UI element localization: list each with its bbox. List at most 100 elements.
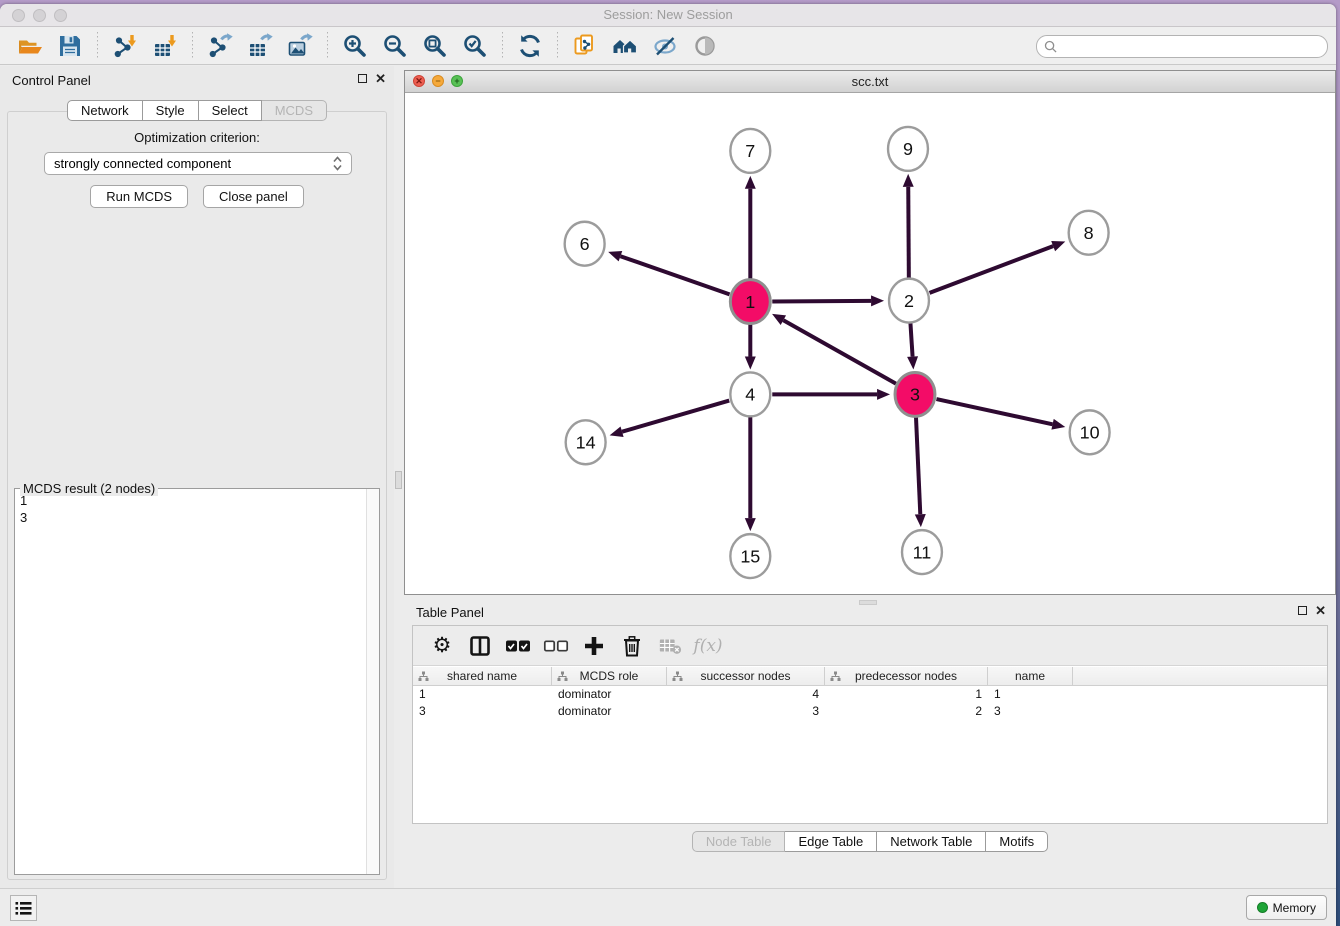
table-settings-icon[interactable]: ⚙ — [426, 631, 458, 661]
toolbar-separator — [327, 32, 328, 60]
split-panel-icon[interactable] — [464, 631, 496, 661]
deselect-all-rows-icon[interactable] — [540, 631, 572, 661]
table-panel-close-icon[interactable]: ✕ — [1315, 605, 1326, 616]
graph-edge-1-2[interactable] — [772, 295, 884, 306]
control-panel-title: Control Panel — [12, 73, 91, 88]
tab-mcds[interactable]: MCDS — [262, 100, 327, 121]
graph-edge-1-7[interactable] — [745, 176, 756, 280]
vertical-splitter[interactable] — [394, 66, 404, 888]
home-view-icon[interactable] — [610, 32, 640, 60]
memory-button[interactable]: Memory — [1246, 895, 1327, 920]
control-panel-close-icon[interactable]: ✕ — [375, 73, 386, 84]
graph-edge-4-14[interactable] — [610, 401, 730, 437]
graph-edge-3-1[interactable] — [772, 314, 896, 384]
graph-edge-4-15[interactable] — [745, 416, 756, 531]
open-session-icon[interactable] — [15, 32, 45, 60]
table-cell[interactable]: 3 — [413, 703, 552, 720]
run-mcds-button[interactable]: Run MCDS — [90, 185, 188, 208]
mcds-result-text[interactable]: 1 3 — [15, 489, 366, 874]
table-cell[interactable]: dominator — [552, 703, 667, 720]
graph-edge-4-3[interactable] — [772, 389, 890, 400]
zoom-fit-icon[interactable] — [420, 32, 450, 60]
tab-network[interactable]: Network — [67, 100, 143, 121]
select-all-rows-icon[interactable] — [502, 631, 534, 661]
zoom-selected-icon[interactable] — [460, 32, 490, 60]
table-row[interactable]: 1dominator411 — [413, 686, 1327, 703]
export-table-icon[interactable] — [245, 32, 275, 60]
graph-node-4[interactable]: 4 — [730, 372, 770, 416]
graph-node-11[interactable]: 11 — [902, 530, 942, 574]
control-panel-float-icon[interactable] — [358, 74, 367, 83]
list-icon — [15, 901, 32, 916]
column-header-name[interactable]: name — [988, 667, 1073, 685]
tab-select[interactable]: Select — [199, 100, 262, 121]
table-cell[interactable]: 3 — [988, 703, 1073, 720]
column-header-mcds-role[interactable]: MCDS role — [552, 667, 667, 685]
control-panel: Control Panel ✕ NetworkStyleSelectMCDS O… — [0, 66, 394, 888]
splitter-grip[interactable] — [395, 471, 402, 489]
graph-edge-3-10[interactable] — [936, 399, 1065, 430]
table-cell[interactable]: 2 — [825, 703, 988, 720]
export-network-icon[interactable] — [205, 32, 235, 60]
add-column-icon[interactable] — [578, 631, 610, 661]
table-panel-float-icon[interactable] — [1298, 606, 1307, 615]
export-image-icon[interactable] — [285, 32, 315, 60]
select-chevrons-icon — [333, 156, 342, 171]
mcds-result-line: 3 — [20, 509, 361, 526]
delete-column-icon[interactable] — [616, 631, 648, 661]
graph-node-2[interactable]: 2 — [889, 279, 929, 323]
column-header-successor-nodes[interactable]: successor nodes — [667, 667, 825, 685]
criterion-select[interactable]: strongly connected component — [44, 152, 352, 175]
network-from-file-icon[interactable] — [570, 32, 600, 60]
table-cell[interactable]: dominator — [552, 686, 667, 703]
tab-edge-table[interactable]: Edge Table — [785, 831, 877, 852]
graph-edge-3-11[interactable] — [915, 416, 926, 527]
toolbar-separator — [502, 32, 503, 60]
graph-node-1[interactable]: 1 — [730, 280, 770, 324]
criterion-select-value: strongly connected component — [54, 156, 333, 171]
graph-node-9[interactable]: 9 — [888, 127, 928, 171]
graph-node-6[interactable]: 6 — [565, 222, 605, 266]
graph-node-3[interactable]: 3 — [895, 372, 935, 416]
tab-motifs[interactable]: Motifs — [986, 831, 1048, 852]
network-canvas[interactable]: 7 9 6 8 1 2 4 3 14 10 15 11 — [405, 93, 1335, 594]
result-scrollbar[interactable] — [366, 489, 379, 874]
graph-edge-2-8[interactable] — [930, 241, 1066, 293]
zoom-out-icon[interactable] — [380, 32, 410, 60]
graph-edge-2-9[interactable] — [903, 174, 914, 279]
graph-edge-1-6[interactable] — [608, 251, 729, 294]
tab-node-table[interactable]: Node Table — [692, 831, 786, 852]
graph-node-14[interactable]: 14 — [566, 420, 606, 464]
svg-text:14: 14 — [576, 433, 596, 453]
window-titlebar: Session: New Session — [0, 4, 1336, 27]
task-history-button[interactable] — [10, 895, 37, 921]
import-network-icon[interactable] — [110, 32, 140, 60]
graph-edge-2-3[interactable] — [907, 322, 918, 369]
tab-style[interactable]: Style — [143, 100, 199, 121]
column-header-predecessor-nodes[interactable]: predecessor nodes — [825, 667, 988, 685]
table-cell[interactable]: 1 — [988, 686, 1073, 703]
table-cell[interactable]: 1 — [413, 686, 552, 703]
graph-node-15[interactable]: 15 — [730, 534, 770, 578]
main-toolbar — [0, 27, 1336, 65]
import-table-icon[interactable] — [150, 32, 180, 60]
table-cell[interactable]: 3 — [667, 703, 825, 720]
search-input[interactable] — [1062, 40, 1320, 54]
graph-edge-1-4[interactable] — [745, 324, 756, 370]
refresh-layout-icon[interactable] — [515, 32, 545, 60]
column-header-shared-name[interactable]: shared name — [413, 667, 552, 685]
table-cell[interactable]: 4 — [667, 686, 825, 703]
save-session-icon[interactable] — [55, 32, 85, 60]
table-cell[interactable]: 1 — [825, 686, 988, 703]
table-row[interactable]: 3dominator323 — [413, 703, 1327, 720]
memory-status-icon — [1257, 902, 1268, 913]
optimization-criterion-label: Optimization criterion: — [8, 130, 386, 145]
graph-node-7[interactable]: 7 — [730, 129, 770, 173]
graph-node-10[interactable]: 10 — [1070, 410, 1110, 454]
zoom-in-icon[interactable] — [340, 32, 370, 60]
network-window-titlebar: ✕ − + scc.txt — [405, 71, 1335, 93]
close-panel-button[interactable]: Close panel — [203, 185, 304, 208]
tab-network-table[interactable]: Network Table — [877, 831, 986, 852]
graph-node-8[interactable]: 8 — [1069, 211, 1109, 255]
hide-graphics-details-icon[interactable] — [650, 32, 680, 60]
